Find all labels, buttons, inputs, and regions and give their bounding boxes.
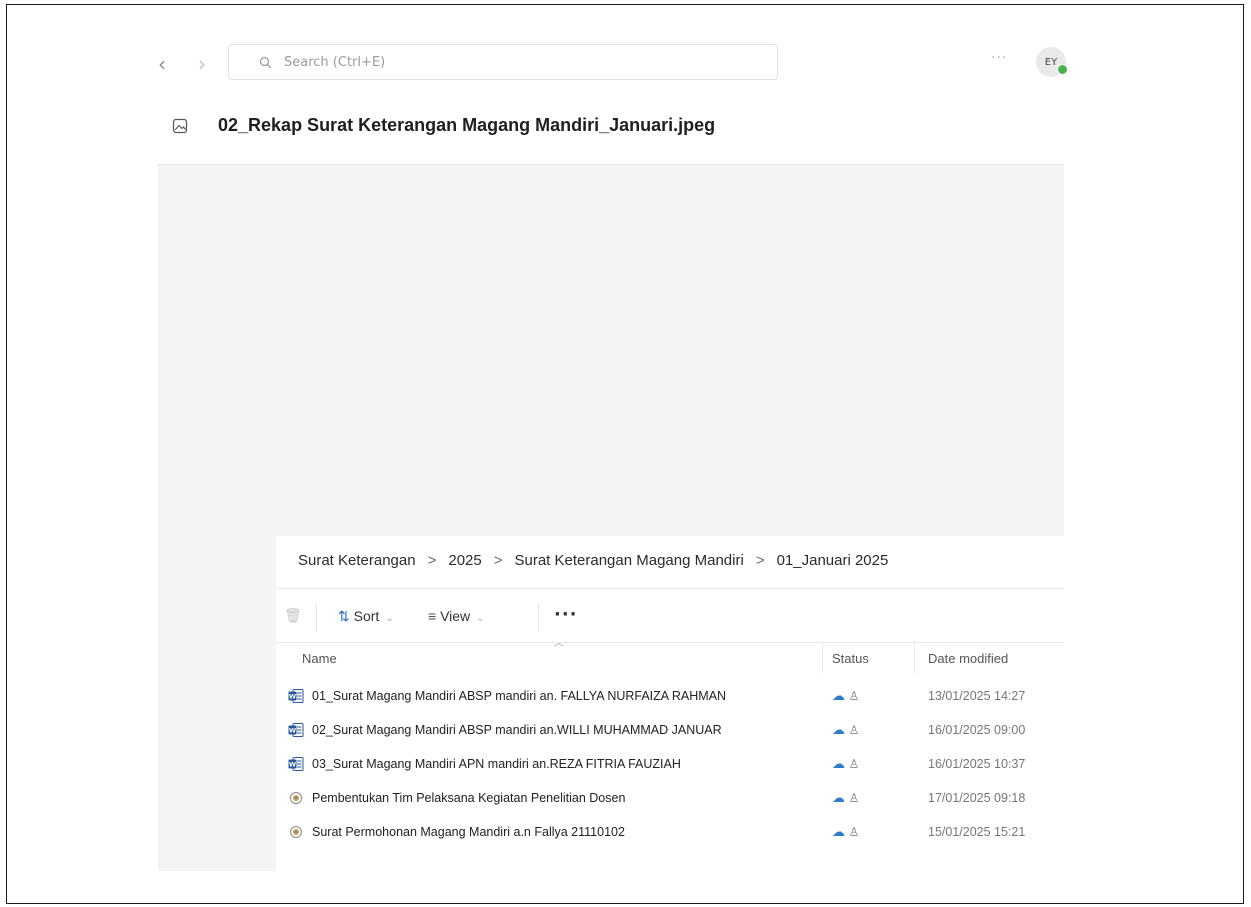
date-modified: 13/01/2025 14:27 (928, 689, 1026, 703)
breadcrumb-item[interactable]: 2025 (448, 552, 481, 569)
divider (276, 588, 1064, 589)
date-modified: 16/01/2025 10:37 (928, 757, 1026, 771)
table-row[interactable]: W 03_Surat Magang Mandiri APN mandiri an.… (276, 748, 1064, 782)
breadcrumb: Surat Keterangan >2025 > Surat Keterangan M… (298, 552, 888, 569)
sort-button[interactable]: ⇅ Sort ⌄ (338, 608, 394, 625)
file-name: 03_Surat Magang Mandiri APN mandiri an.R… (312, 757, 681, 771)
date-modified: 15/01/2025 15:21 (928, 825, 1026, 839)
word-file-icon: W (288, 689, 304, 703)
shared-icon: ♙ (848, 791, 860, 805)
search-input[interactable]: Search (Ctrl+E) (228, 44, 778, 80)
table-row[interactable]: W 02_Surat Magang Mandiri ABSP mandiri an… (276, 714, 1064, 748)
top-bar: ‹ › Search (Ctrl+E) ··· EY (158, 40, 1068, 93)
avatar[interactable]: EY (1036, 47, 1068, 77)
column-status[interactable]: Status (832, 651, 869, 666)
divider (316, 604, 317, 632)
search-icon (259, 56, 272, 68)
view-button[interactable]: ≡ View ⌄ (428, 608, 485, 624)
table-row[interactable]: Surat Permohonan Magang Mandiri a.n Fall… (276, 816, 1064, 850)
cloud-icon: ☁ (832, 688, 845, 703)
divider (822, 643, 823, 673)
breadcrumb-item[interactable]: Surat Keterangan (298, 552, 416, 569)
pdf-file-icon (290, 826, 302, 838)
table-row[interactable]: W 01_Surat Magang Mandiri ABSP mandiri an… (276, 680, 1064, 714)
divider (914, 643, 915, 673)
explorer-toolbar: 🗑 ⇅ Sort ⌄ ≡ View ⌄ ··· ︿ (276, 594, 1064, 649)
file-name: Surat Permohonan Magang Mandiri a.n Fall… (312, 825, 625, 839)
shared-icon: ♙ (848, 757, 860, 771)
shared-icon: ♙ (848, 723, 860, 737)
status-cell: ☁ ♙ (832, 790, 859, 806)
file-name: Pembentukan Tim Pelaksana Kegiatan Penel… (312, 791, 626, 805)
breadcrumb-separator-icon: > (493, 552, 503, 569)
svg-text:W: W (289, 693, 296, 701)
breadcrumb-item[interactable]: 01_Januari 2025 (777, 552, 889, 569)
more-options-button[interactable]: ··· (554, 604, 578, 625)
cloud-icon: ☁ (832, 824, 845, 839)
cloud-icon: ☁ (832, 756, 845, 771)
view-icon: ≡ (428, 608, 437, 624)
page-title: 02_Rekap Surat Keterangan Magang Mandiri… (218, 115, 716, 135)
forward-arrow-icon[interactable]: › (198, 52, 206, 76)
sort-icon: ⇅ (338, 608, 350, 624)
more-options-button[interactable]: ··· (991, 50, 1007, 66)
view-label: View (440, 608, 471, 624)
chevron-down-icon: ⌄ (385, 613, 394, 624)
breadcrumb-separator-icon: > (427, 552, 437, 569)
presence-indicator-icon (1057, 64, 1068, 75)
breadcrumb-item[interactable]: Surat Keterangan Magang Mandiri (515, 552, 744, 569)
shared-icon: ♙ (848, 689, 860, 703)
pdf-file-icon (290, 792, 302, 804)
status-cell: ☁ ♙ (832, 756, 859, 772)
word-file-icon: W (288, 757, 304, 771)
cloud-icon: ☁ (832, 790, 845, 805)
breadcrumb-separator-icon: > (755, 552, 765, 569)
column-header: Name Status Date modified (276, 642, 1064, 673)
file-name: 01_Surat Magang Mandiri ABSP mandiri an.… (312, 689, 727, 703)
image-file-icon (172, 118, 188, 134)
file-name: 02_Surat Magang Mandiri ABSP mandiri an.… (312, 723, 722, 737)
table-row[interactable]: Pembentukan Tim Pelaksana Kegiatan Penel… (276, 782, 1064, 816)
svg-text:W: W (289, 761, 296, 769)
status-cell: ☁ ♙ (832, 824, 859, 840)
avatar-initials: EY (1044, 56, 1058, 68)
back-arrow-icon[interactable]: ‹ (158, 52, 166, 76)
cloud-icon: ☁ (832, 722, 845, 737)
chevron-down-icon: ⌄ (476, 613, 485, 624)
date-modified: 16/01/2025 09:00 (928, 723, 1026, 737)
column-date-modified[interactable]: Date modified (928, 651, 1008, 666)
status-cell: ☁ ♙ (832, 722, 859, 738)
delete-icon[interactable]: 🗑 (284, 608, 302, 624)
date-modified: 17/01/2025 09:18 (928, 791, 1026, 805)
search-placeholder: Search (Ctrl+E) (284, 54, 386, 70)
sort-label: Sort (353, 608, 380, 624)
word-file-icon: W (288, 723, 304, 737)
shared-icon: ♙ (848, 825, 860, 839)
explorer-screenshot: Surat Keterangan >2025 > Surat Keterangan M… (276, 536, 1064, 871)
file-title-row: 02_Rekap Surat Keterangan Magang Mandiri… (158, 92, 1064, 165)
divider (538, 604, 539, 632)
status-cell: ☁ ♙ (832, 688, 859, 704)
column-name[interactable]: Name (302, 651, 337, 666)
svg-text:W: W (289, 727, 296, 735)
